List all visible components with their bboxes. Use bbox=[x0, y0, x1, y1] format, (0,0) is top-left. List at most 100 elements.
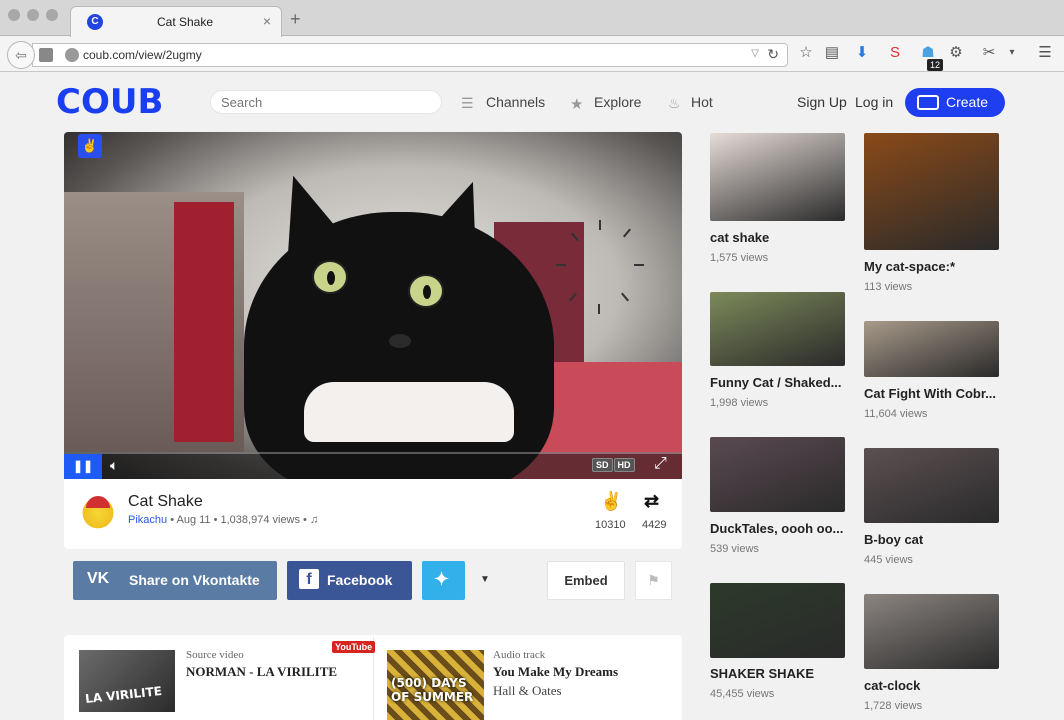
related-views: 11,604 views bbox=[864, 408, 928, 420]
related-thumbnail[interactable] bbox=[710, 437, 845, 512]
related-thumbnail[interactable] bbox=[864, 594, 999, 669]
share-twitter-button[interactable]: ✦ bbox=[422, 561, 465, 600]
back-button[interactable]: ⇦ bbox=[7, 41, 35, 69]
video-controls-bar bbox=[64, 452, 682, 479]
related-thumbnail[interactable] bbox=[710, 583, 845, 658]
related-title[interactable]: SHAKER SHAKE bbox=[710, 666, 814, 681]
related-thumbnail[interactable] bbox=[710, 133, 845, 221]
tab-close-icon[interactable]: × bbox=[263, 13, 271, 29]
cat-eye bbox=[408, 274, 444, 308]
author-link[interactable]: Pikachu bbox=[128, 514, 167, 526]
twitter-bird-icon: ✦ bbox=[434, 569, 450, 589]
login-link[interactable]: Log in bbox=[855, 94, 893, 110]
quality-hd[interactable]: HD bbox=[613, 458, 635, 472]
audio-track-thumbnail[interactable]: (500) DAYS OF SUMMER bbox=[387, 650, 484, 720]
share-more-dropdown-icon[interactable]: ▼ bbox=[480, 574, 490, 585]
youtube-logo-icon[interactable]: YouTube bbox=[332, 641, 376, 653]
report-flag-icon[interactable]: ⚑ bbox=[635, 561, 672, 600]
new-tab-button[interactable]: + bbox=[290, 9, 301, 30]
cat-chest bbox=[304, 382, 514, 442]
create-label: Create bbox=[946, 94, 989, 110]
fullscreen-icon[interactable]: ⤢ bbox=[654, 455, 667, 473]
extension-badge: 12 bbox=[927, 59, 944, 71]
extension-gear-icon[interactable]: ⚙ bbox=[947, 44, 965, 62]
facebook-icon: f bbox=[299, 569, 319, 589]
related-title[interactable]: Cat Fight With Cobr... bbox=[864, 386, 996, 401]
extension-s-icon[interactable]: S bbox=[886, 44, 904, 62]
wall-clock-tick bbox=[621, 292, 629, 302]
video-player[interactable] bbox=[64, 132, 682, 479]
reload-icon[interactable]: ↻ bbox=[767, 46, 779, 63]
channels-icon[interactable]: ☰ bbox=[461, 95, 474, 112]
search-input[interactable] bbox=[210, 90, 442, 114]
window-close-button[interactable] bbox=[8, 9, 20, 21]
wall-clock-tick bbox=[598, 304, 600, 314]
nav-channels[interactable]: Channels bbox=[486, 94, 545, 110]
pause-button[interactable]: ❚❚ bbox=[64, 454, 102, 479]
related-title[interactable]: Funny Cat / Shaked... bbox=[710, 375, 841, 390]
quality-toggle[interactable]: SD HD bbox=[592, 458, 636, 472]
share-fb-label: Facebook bbox=[327, 572, 393, 588]
related-title[interactable]: B-boy cat bbox=[864, 532, 923, 547]
share-vkontakte-button[interactable]: VK Share on Vkontakte bbox=[73, 561, 277, 600]
related-thumbnail[interactable] bbox=[710, 292, 845, 366]
source-video-label: Source video bbox=[186, 649, 244, 661]
like-count: 10310 bbox=[595, 519, 626, 531]
window-maximize-button[interactable] bbox=[46, 9, 58, 21]
create-button[interactable]: Create bbox=[905, 88, 1005, 117]
related-title[interactable]: My cat-space:* bbox=[864, 259, 955, 274]
coub-logo[interactable]: COUB bbox=[56, 84, 163, 120]
url-history-dropdown-icon[interactable]: ▽ bbox=[751, 48, 759, 59]
create-film-icon bbox=[917, 95, 939, 110]
recoub-count: 4429 bbox=[642, 519, 667, 531]
related-thumbnail[interactable] bbox=[864, 321, 999, 377]
menu-hamburger-icon[interactable]: ☰ bbox=[1036, 44, 1054, 62]
nav-explore[interactable]: Explore bbox=[594, 94, 641, 110]
wall-clock-tick bbox=[623, 228, 631, 238]
video-progress-bar[interactable] bbox=[64, 452, 682, 454]
related-thumbnail[interactable] bbox=[864, 133, 999, 250]
source-video-title[interactable]: NORMAN - LA VIRILITE bbox=[186, 664, 337, 680]
embed-button[interactable]: Embed bbox=[547, 561, 625, 600]
rock-hand-badge-icon[interactable]: ✌ bbox=[78, 134, 102, 158]
url-text[interactable]: coub.com/view/2ugmy bbox=[83, 48, 202, 62]
source-video-thumbnail[interactable]: LA VIRILITE bbox=[79, 650, 175, 712]
reading-list-icon[interactable]: ▤ bbox=[823, 44, 841, 62]
recoub-icon[interactable]: ⇄ bbox=[644, 491, 659, 512]
video-meta-text: • Aug 11 • 1,038,974 views • ♫ bbox=[167, 514, 319, 526]
cat-eye bbox=[312, 260, 348, 294]
audio-track-title[interactable]: You Make My Dreams bbox=[493, 664, 618, 680]
related-views: 113 views bbox=[864, 281, 913, 293]
share-facebook-button[interactable]: f Facebook bbox=[287, 561, 412, 600]
wall-clock-tick bbox=[599, 220, 601, 230]
wall-clock-tick bbox=[556, 264, 566, 266]
related-views: 45,455 views bbox=[710, 688, 775, 700]
bookmark-star-icon[interactable]: ☆ bbox=[797, 44, 815, 62]
related-title[interactable]: DuckTales, oooh oo... bbox=[710, 521, 843, 536]
download-icon[interactable]: ⬇ bbox=[853, 44, 871, 62]
browser-nav-bar: coub.com/view/2ugmy ▽ ↻ ⇦ bbox=[0, 37, 1064, 72]
quality-sd[interactable]: SD bbox=[592, 458, 613, 472]
author-avatar[interactable] bbox=[80, 492, 116, 530]
audio-track-artist: Hall & Oates bbox=[493, 683, 562, 698]
like-rock-hand-icon[interactable]: ✌ bbox=[600, 491, 622, 512]
related-title[interactable]: cat-clock bbox=[864, 678, 920, 693]
signup-link[interactable]: Sign Up bbox=[797, 94, 847, 110]
apps-icon[interactable] bbox=[39, 48, 53, 62]
share-vk-label: Share on Vkontakte bbox=[129, 572, 260, 588]
address-bar[interactable]: coub.com/view/2ugmy ▽ ↻ bbox=[32, 43, 788, 67]
audio-track-label: Audio track bbox=[493, 649, 546, 661]
volume-icon[interactable]: 🔈︎ bbox=[110, 457, 118, 474]
extensions-dropdown-icon[interactable]: ▾ bbox=[1003, 44, 1021, 62]
related-thumbnail[interactable] bbox=[864, 448, 999, 523]
video-meta: Pikachu • Aug 11 • 1,038,974 views • ♫ bbox=[128, 514, 318, 526]
browser-tab[interactable]: C Cat Shake × bbox=[70, 6, 282, 37]
nav-hot[interactable]: Hot bbox=[691, 94, 713, 110]
extension-tools-icon[interactable]: ✂ bbox=[980, 44, 998, 62]
related-title[interactable]: cat shake bbox=[710, 230, 769, 245]
hot-flame-icon[interactable]: ♨ bbox=[668, 95, 681, 112]
related-views: 1,998 views bbox=[710, 397, 769, 409]
source-video-thumb-text: LA VIRILITE bbox=[84, 684, 163, 706]
explore-star-icon[interactable]: ★ bbox=[570, 95, 583, 113]
window-minimize-button[interactable] bbox=[27, 9, 39, 21]
